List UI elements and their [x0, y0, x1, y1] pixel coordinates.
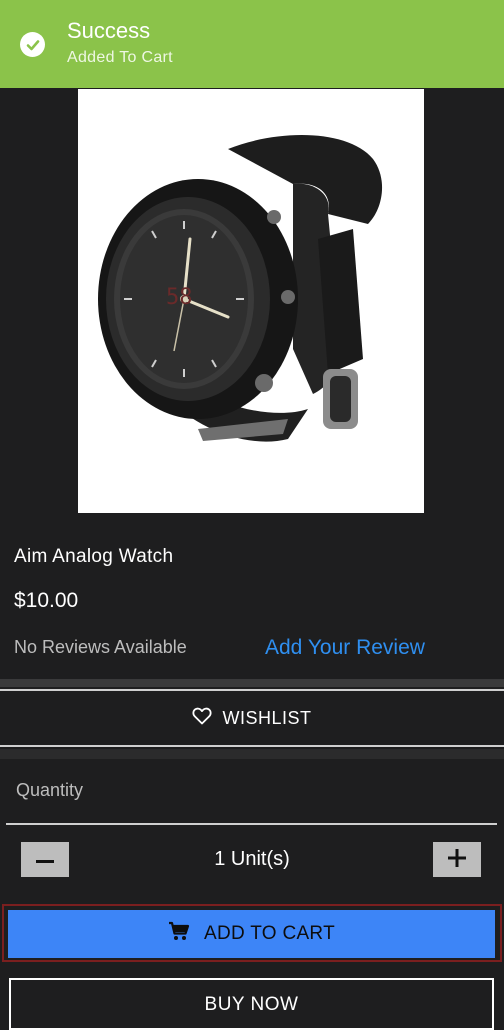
- buy-now-button[interactable]: BUY NOW: [9, 978, 494, 1030]
- buy-now-label: BUY NOW: [204, 994, 299, 1015]
- heart-outline-icon: [192, 707, 213, 730]
- check-circle-icon: [20, 32, 45, 57]
- success-toast: Success Added To Cart: [0, 0, 504, 88]
- add-to-cart-label: ADD TO CART: [203, 923, 336, 944]
- wishlist-button[interactable]: WISHLIST: [0, 689, 504, 747]
- quantity-label: Quantity: [16, 780, 84, 800]
- add-to-cart-button[interactable]: ADD TO CART: [8, 910, 495, 958]
- quantity-value: 1 Unit(s): [214, 848, 290, 870]
- section-divider: [0, 679, 504, 687]
- quantity-increase-button[interactable]: [433, 842, 481, 877]
- toast-title: Success: [67, 18, 151, 43]
- quantity-underline: [6, 823, 497, 825]
- wishlist-label: WISHLIST: [222, 707, 312, 728]
- watch-photo: 58: [98, 135, 383, 442]
- product-image: 58: [78, 89, 424, 513]
- product-name: Aim Analog Watch: [14, 546, 174, 567]
- add-review-link[interactable]: Add Your Review: [265, 636, 425, 660]
- product-price: $10.00: [14, 589, 79, 612]
- svg-text:58: 58: [166, 285, 193, 310]
- toast-subtitle: Added To Cart: [67, 49, 173, 66]
- reviews-status: No Reviews Available: [14, 637, 187, 657]
- plus-icon: [448, 849, 466, 870]
- shopping-cart-icon: [168, 921, 190, 947]
- section-divider: [0, 749, 504, 759]
